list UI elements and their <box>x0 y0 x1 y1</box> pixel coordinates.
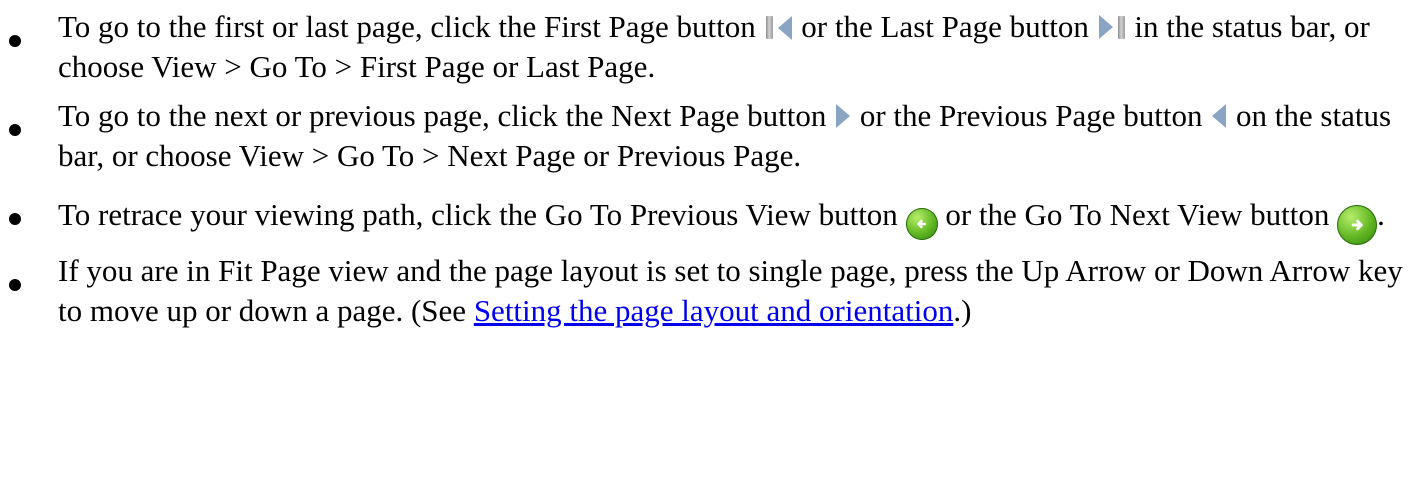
next-page-icon <box>836 104 851 128</box>
last-page-icon <box>1098 15 1125 39</box>
list-item-first-last-page: To go to the first or last page, click t… <box>0 7 1419 87</box>
item-text: or the Last Page button <box>801 9 1089 44</box>
item-text: or the Previous Page button <box>859 98 1203 133</box>
list-item-next-previous-page: To go to the next or previous page, clic… <box>0 96 1419 176</box>
previous-page-icon <box>1212 104 1227 128</box>
go-to-next-view-icon <box>1337 205 1378 245</box>
go-to-previous-view-icon <box>905 208 938 240</box>
list-item-retrace-viewing-path: To retrace your viewing path, click the … <box>0 185 1419 245</box>
item-text: or the Go To <box>945 197 1102 232</box>
item-text: To go to the next or previous page, clic… <box>58 98 827 133</box>
first-page-icon <box>765 15 792 40</box>
item-text: .) <box>953 293 972 328</box>
item-text: To retrace your viewing path, click the … <box>58 197 898 232</box>
instruction-list: To go to the first or last page, click t… <box>0 7 1419 331</box>
item-text: To go to the first or last page, click t… <box>58 9 756 44</box>
list-item-fit-page-arrows: If you are in Fit Page view and the page… <box>0 251 1419 331</box>
item-text: . <box>1377 197 1385 232</box>
item-text: Next View button <box>1109 197 1330 232</box>
page-layout-link[interactable]: Setting the page layout and orientation <box>474 293 954 328</box>
